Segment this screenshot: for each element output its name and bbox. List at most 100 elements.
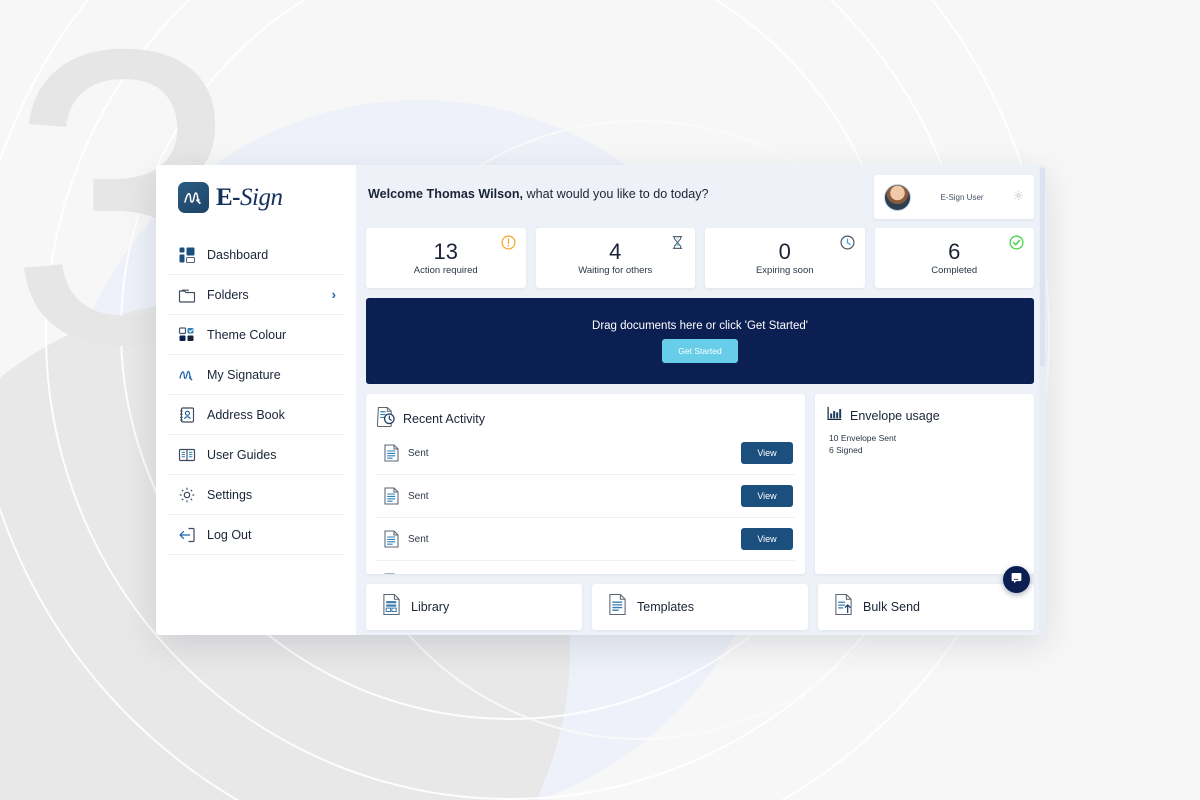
signature-logo-icon: [178, 182, 209, 213]
envelope-usage-panel: Envelope usage 10 Envelope Sent 6 Signed: [815, 394, 1034, 574]
user-account-box[interactable]: E-Sign User: [874, 175, 1034, 219]
table-row[interactable]: Sent View: [376, 475, 795, 518]
brand-name: E-Sign: [216, 184, 283, 211]
address-book-icon: [178, 406, 196, 424]
library-document-icon: [382, 593, 401, 621]
stat-value: 13: [433, 239, 458, 265]
topbar: Welcome Thomas Wilson, what would you li…: [366, 175, 1034, 219]
stat-label: Action required: [413, 264, 478, 276]
sidebar-item-address-book[interactable]: Address Book: [168, 395, 344, 435]
activity-status: Sent: [408, 490, 429, 502]
sidebar-item-label: My Signature: [207, 367, 281, 382]
user-name-label: E-Sign User: [940, 192, 984, 202]
brand-logo[interactable]: E-Sign: [168, 165, 344, 235]
chat-bubble-icon: [1010, 571, 1023, 589]
stat-card-waiting-for-others[interactable]: 4 Waiting for others: [535, 228, 695, 288]
logout-arrow-icon: [178, 526, 196, 544]
welcome-message: Welcome Thomas Wilson, what would you li…: [366, 175, 874, 201]
main-content: Welcome Thomas Wilson, what would you li…: [356, 165, 1046, 635]
theme-swatch-icon: [178, 326, 196, 344]
stat-card-action-required[interactable]: 13 Action required: [366, 228, 526, 288]
sidebar-item-label: User Guides: [207, 447, 277, 462]
stat-value: 6: [948, 239, 961, 265]
table-row[interactable]: Sent View: [376, 432, 795, 475]
view-button[interactable]: View: [741, 485, 793, 507]
stat-value: 4: [609, 239, 622, 265]
bar-chart-icon: [827, 406, 842, 426]
chat-support-button[interactable]: [1003, 566, 1030, 593]
clock-icon: [839, 235, 855, 250]
stat-card-completed[interactable]: 6 Completed: [874, 228, 1034, 288]
stat-cards: 13 Action required 4 Waiting for others: [366, 228, 1034, 288]
stat-card-expiring-soon[interactable]: 0 Expiring soon: [705, 228, 865, 288]
tile-label: Templates: [637, 600, 694, 614]
sidebar-item-dashboard[interactable]: Dashboard: [168, 235, 344, 275]
avatar: [884, 183, 911, 211]
envelope-signed-count: 6 Signed: [829, 445, 863, 455]
template-document-icon: [608, 593, 627, 621]
dashboard-grid-icon: [178, 246, 196, 264]
welcome-question: what would you like to do today?: [523, 187, 709, 201]
table-row-partial[interactable]: [376, 561, 795, 574]
bulk-send-document-icon: [834, 593, 853, 621]
envelope-sent-count: 10 Envelope Sent: [829, 433, 897, 443]
document-icon: [384, 530, 399, 548]
check-circle-icon: [1009, 235, 1024, 250]
sidebar-item-user-guides[interactable]: User Guides: [168, 435, 344, 475]
sidebar-item-label: Address Book: [207, 407, 285, 422]
folder-icon: [178, 286, 196, 304]
recent-activity-panel: Recent Activity Sent View Sent View Sent…: [366, 394, 805, 574]
dashboard-panels: Recent Activity Sent View Sent View Sent…: [366, 394, 1034, 574]
tile-label: Bulk Send: [863, 600, 920, 614]
document-icon: [384, 487, 399, 505]
drag-drop-zone[interactable]: Drag documents here or click 'Get Starte…: [366, 298, 1034, 384]
sidebar-item-theme-colour[interactable]: Theme Colour: [168, 315, 344, 355]
sidebar-item-my-signature[interactable]: My Signature: [168, 355, 344, 395]
stat-value: 0: [778, 239, 791, 265]
tile-label: Library: [411, 600, 450, 614]
sidebar-item-settings[interactable]: Settings: [168, 475, 344, 515]
sidebar-item-label: Log Out: [207, 527, 252, 542]
document-icon: [384, 444, 399, 462]
table-row[interactable]: Sent View: [376, 518, 795, 561]
gear-icon[interactable]: [1013, 188, 1024, 206]
chevron-right-icon[interactable]: ›: [332, 287, 336, 302]
welcome-user: Welcome Thomas Wilson,: [368, 187, 524, 201]
recent-activity-title: Recent Activity: [403, 412, 485, 426]
tile-library[interactable]: Library: [366, 584, 582, 630]
sidebar-item-label: Dashboard: [207, 247, 269, 262]
sidebar-item-label: Folders: [207, 287, 249, 302]
activity-status: Sent: [408, 447, 429, 459]
tile-templates[interactable]: Templates: [592, 584, 808, 630]
document-clock-icon: [376, 406, 395, 432]
activity-status: Sent: [408, 533, 429, 545]
brand-name-suffix: Sign: [240, 184, 283, 211]
sidebar-item-folders[interactable]: Folders ›: [168, 275, 344, 315]
signature-icon: [178, 366, 196, 384]
sidebar-item-log-out[interactable]: Log Out: [168, 515, 344, 555]
scrollbar[interactable]: [1039, 165, 1046, 635]
get-started-button[interactable]: Get Started: [662, 338, 738, 363]
sidebar-item-label: Settings: [207, 487, 253, 502]
envelope-usage-header: Envelope usage: [827, 406, 1022, 426]
sidebar-item-label: Theme Colour: [207, 327, 287, 342]
open-book-icon: [178, 446, 196, 464]
envelope-usage-title: Envelope usage: [850, 409, 940, 423]
gear-icon: [178, 486, 196, 504]
stat-label: Waiting for others: [578, 264, 653, 276]
recent-activity-header: Recent Activity: [376, 406, 795, 432]
hourglass-icon: [670, 235, 685, 250]
stat-label: Completed: [931, 264, 978, 276]
app-window: E-Sign Dashboard Folders › Theme Colour …: [156, 165, 1046, 635]
view-button[interactable]: View: [741, 528, 793, 550]
scrollbar-thumb[interactable]: [1040, 167, 1045, 367]
sidebar: E-Sign Dashboard Folders › Theme Colour …: [156, 165, 356, 635]
brand-name-prefix: E-: [216, 184, 241, 211]
alert-circle-icon: [500, 235, 516, 250]
tile-bulk-send[interactable]: Bulk Send: [818, 584, 1034, 630]
view-button[interactable]: View: [741, 442, 793, 464]
stat-label: Expiring soon: [755, 264, 814, 276]
quick-action-tiles: Library Templates Bulk Send: [366, 584, 1034, 630]
drag-drop-instructions: Drag documents here or click 'Get Starte…: [592, 319, 808, 332]
document-icon: [384, 573, 399, 574]
